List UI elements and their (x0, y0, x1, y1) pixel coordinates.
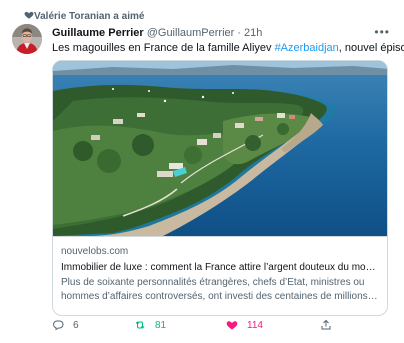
author-handle[interactable]: @GuillaumPerrier (147, 27, 235, 39)
timestamp[interactable]: 21h (244, 27, 262, 39)
card-domain: nouvelobs.com (61, 246, 129, 257)
tweet-header: Guillaume Perrier @GuillaumPerrier · 21h (52, 26, 396, 40)
card-meta: nouvelobs.com Immobilier de luxe : comme… (53, 236, 387, 304)
reply-count: 6 (73, 319, 79, 331)
card-image (53, 61, 387, 236)
tweet-text-after: , nouvel épisode. (338, 42, 404, 54)
share-icon (321, 319, 331, 330)
social-context: Valérie Toranian a aimé (24, 9, 144, 23)
tweet-text: Les magouilles en France de la famille A… (52, 41, 404, 55)
card-description-line: Plus de soixante personnalités étrangère… (61, 277, 365, 288)
separator-dot: · (237, 27, 241, 39)
share-button[interactable] (320, 316, 341, 334)
tweet[interactable]: Valérie Toranian a aimé Guillaume Perrie… (0, 0, 404, 343)
card-description: Plus de soixante personnalités étrangère… (61, 276, 379, 304)
more-icon[interactable]: ••• (374, 25, 390, 39)
tweet-text-before: Les magouilles en France de la famille A… (52, 42, 275, 54)
avatar[interactable] (12, 24, 42, 54)
author-name[interactable]: Guillaume Perrier (52, 27, 144, 39)
retweet-button[interactable]: 81 (134, 316, 166, 334)
tweet-actions: 6 81 114 (52, 316, 352, 334)
reply-icon (53, 320, 64, 331)
link-card[interactable]: nouvelobs.com Immobilier de luxe : comme… (52, 60, 388, 316)
retweet-count: 81 (155, 319, 167, 331)
like-count: 114 (247, 319, 263, 331)
like-button[interactable]: 114 (226, 316, 263, 334)
retweet-icon (135, 321, 145, 329)
card-description-line: hommes d’affaires controversés, ont inve… (61, 291, 378, 302)
card-title: Immobilier de luxe : comment la France a… (61, 262, 379, 273)
heart-icon (24, 11, 34, 19)
avatar-image (12, 24, 42, 54)
like-icon (226, 321, 238, 330)
hashtag-link[interactable]: #Azerbaidjan (275, 42, 339, 54)
reply-button[interactable]: 6 (52, 316, 79, 334)
social-context-text[interactable]: Valérie Toranian a aimé (34, 11, 144, 22)
